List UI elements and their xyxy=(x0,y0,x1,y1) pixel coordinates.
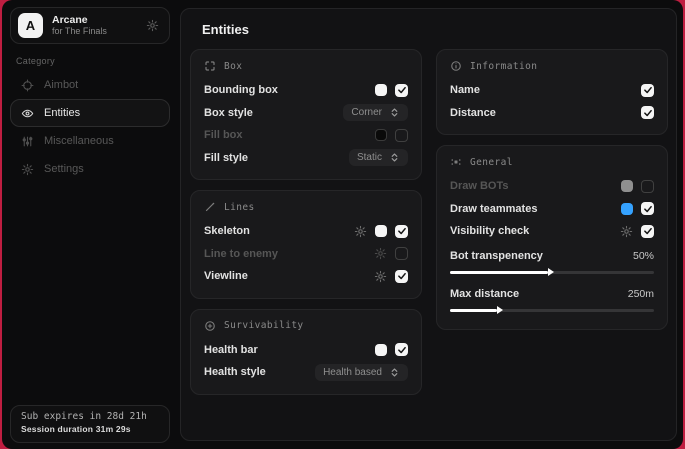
color-swatch[interactable] xyxy=(375,84,387,96)
card-title: Information xyxy=(470,61,537,72)
page-title: Entities xyxy=(202,22,676,37)
general-card: General Draw BOTs Draw teammates xyxy=(436,145,668,330)
sidebar-item-label: Aimbot xyxy=(44,79,78,91)
subscription-info: Sub expires in 28d 21h Session duration … xyxy=(10,405,170,443)
grid-icon xyxy=(450,156,462,168)
bot-transparency-value: 50% xyxy=(633,250,654,262)
sort-icon xyxy=(389,367,400,378)
gear-icon xyxy=(21,163,34,176)
card-title: General xyxy=(470,157,513,168)
info-icon xyxy=(450,60,462,72)
line-to-enemy-checkbox[interactable] xyxy=(395,247,408,260)
max-distance-value: 250m xyxy=(628,288,654,300)
skeleton-checkbox[interactable] xyxy=(395,225,408,238)
setting-row-viewline: Viewline xyxy=(204,266,408,287)
sidebar-item-entities[interactable]: Entities xyxy=(10,99,170,127)
max-distance-setting: Max distance 250m xyxy=(450,285,654,318)
name-checkbox[interactable] xyxy=(641,84,654,97)
sidebar-nav: Aimbot Entities Miscellaneous Settings xyxy=(10,71,170,183)
bounding-box-checkbox[interactable] xyxy=(395,84,408,97)
setting-row-health-style: Health style Health based xyxy=(204,362,408,383)
sidebar-item-miscellaneous[interactable]: Miscellaneous xyxy=(10,127,170,155)
card-title: Lines xyxy=(224,202,255,213)
sidebar-item-settings[interactable]: Settings xyxy=(10,155,170,183)
setting-row-bounding-box: Bounding box xyxy=(204,80,408,101)
sort-icon xyxy=(389,107,400,118)
setting-row-visibility-check: Visibility check xyxy=(450,221,654,242)
health-style-dropdown[interactable]: Health based xyxy=(315,364,408,381)
setting-row-name: Name xyxy=(450,80,654,101)
app-header: A Arcane for The Finals xyxy=(10,7,170,44)
color-swatch[interactable] xyxy=(621,203,633,215)
eye-icon xyxy=(21,107,34,120)
app-name: Arcane xyxy=(52,14,137,26)
fill-style-dropdown[interactable]: Static xyxy=(349,149,408,166)
gear-icon[interactable] xyxy=(374,270,387,283)
app-subtitle: for The Finals xyxy=(52,26,137,36)
main-panel: Entities Box Bounding box xyxy=(180,8,677,441)
sliders-icon xyxy=(21,135,34,148)
distance-checkbox[interactable] xyxy=(641,106,654,119)
sidebar-item-label: Entities xyxy=(44,107,80,119)
max-distance-slider[interactable] xyxy=(450,309,654,312)
setting-row-skeleton: Skeleton xyxy=(204,221,408,242)
health-bar-checkbox[interactable] xyxy=(395,343,408,356)
draw-bots-checkbox[interactable] xyxy=(641,180,654,193)
crosshair-icon xyxy=(21,79,34,92)
sub-expiry-text: Sub expires in 28d 21h xyxy=(21,411,159,422)
setting-row-fill-box: Fill box xyxy=(204,125,408,146)
health-icon xyxy=(204,320,216,332)
app-logo: A xyxy=(18,13,43,38)
setting-row-fill-style: Fill style Static xyxy=(204,148,408,169)
sidebar-item-aimbot[interactable]: Aimbot xyxy=(10,71,170,99)
fill-box-checkbox[interactable] xyxy=(395,129,408,142)
sidebar: A Arcane for The Finals Category Aimbot … xyxy=(2,0,180,449)
setting-row-draw-bots: Draw BOTs xyxy=(450,176,654,197)
sidebar-item-label: Miscellaneous xyxy=(44,135,114,147)
gear-icon[interactable] xyxy=(146,19,159,32)
bot-transparency-setting: Bot transpenency 50% xyxy=(450,247,654,280)
visibility-check-checkbox[interactable] xyxy=(641,225,654,238)
survivability-card: Survivability Health bar Health style xyxy=(190,309,422,395)
card-title: Survivability xyxy=(224,320,304,331)
gear-icon[interactable] xyxy=(374,247,387,260)
color-swatch[interactable] xyxy=(375,129,387,141)
app-window: A Arcane for The Finals Category Aimbot … xyxy=(2,0,683,449)
setting-row-line-to-enemy: Line to enemy xyxy=(204,244,408,265)
bot-transparency-slider[interactable] xyxy=(450,271,654,274)
lines-card: Lines Skeleton Line to enemy xyxy=(190,190,422,299)
draw-teammates-checkbox[interactable] xyxy=(641,202,654,215)
color-swatch[interactable] xyxy=(375,344,387,356)
gear-icon[interactable] xyxy=(354,225,367,238)
setting-row-health-bar: Health bar xyxy=(204,340,408,361)
information-card: Information Name Distance xyxy=(436,49,668,135)
line-icon xyxy=(204,201,216,213)
category-label: Category xyxy=(16,56,55,66)
gear-icon[interactable] xyxy=(620,225,633,238)
setting-row-draw-teammates: Draw teammates xyxy=(450,199,654,220)
card-title: Box xyxy=(224,61,242,72)
box-card: Box Bounding box Box style xyxy=(190,49,422,180)
sidebar-item-label: Settings xyxy=(44,163,84,175)
session-duration-text: Session duration 31m 29s xyxy=(21,424,159,434)
viewline-checkbox[interactable] xyxy=(395,270,408,283)
box-corners-icon xyxy=(204,60,216,72)
setting-row-box-style: Box style Corner xyxy=(204,103,408,124)
color-swatch[interactable] xyxy=(621,180,633,192)
color-swatch[interactable] xyxy=(375,225,387,237)
box-style-dropdown[interactable]: Corner xyxy=(343,104,408,121)
sort-icon xyxy=(389,152,400,163)
setting-row-distance: Distance xyxy=(450,103,654,124)
